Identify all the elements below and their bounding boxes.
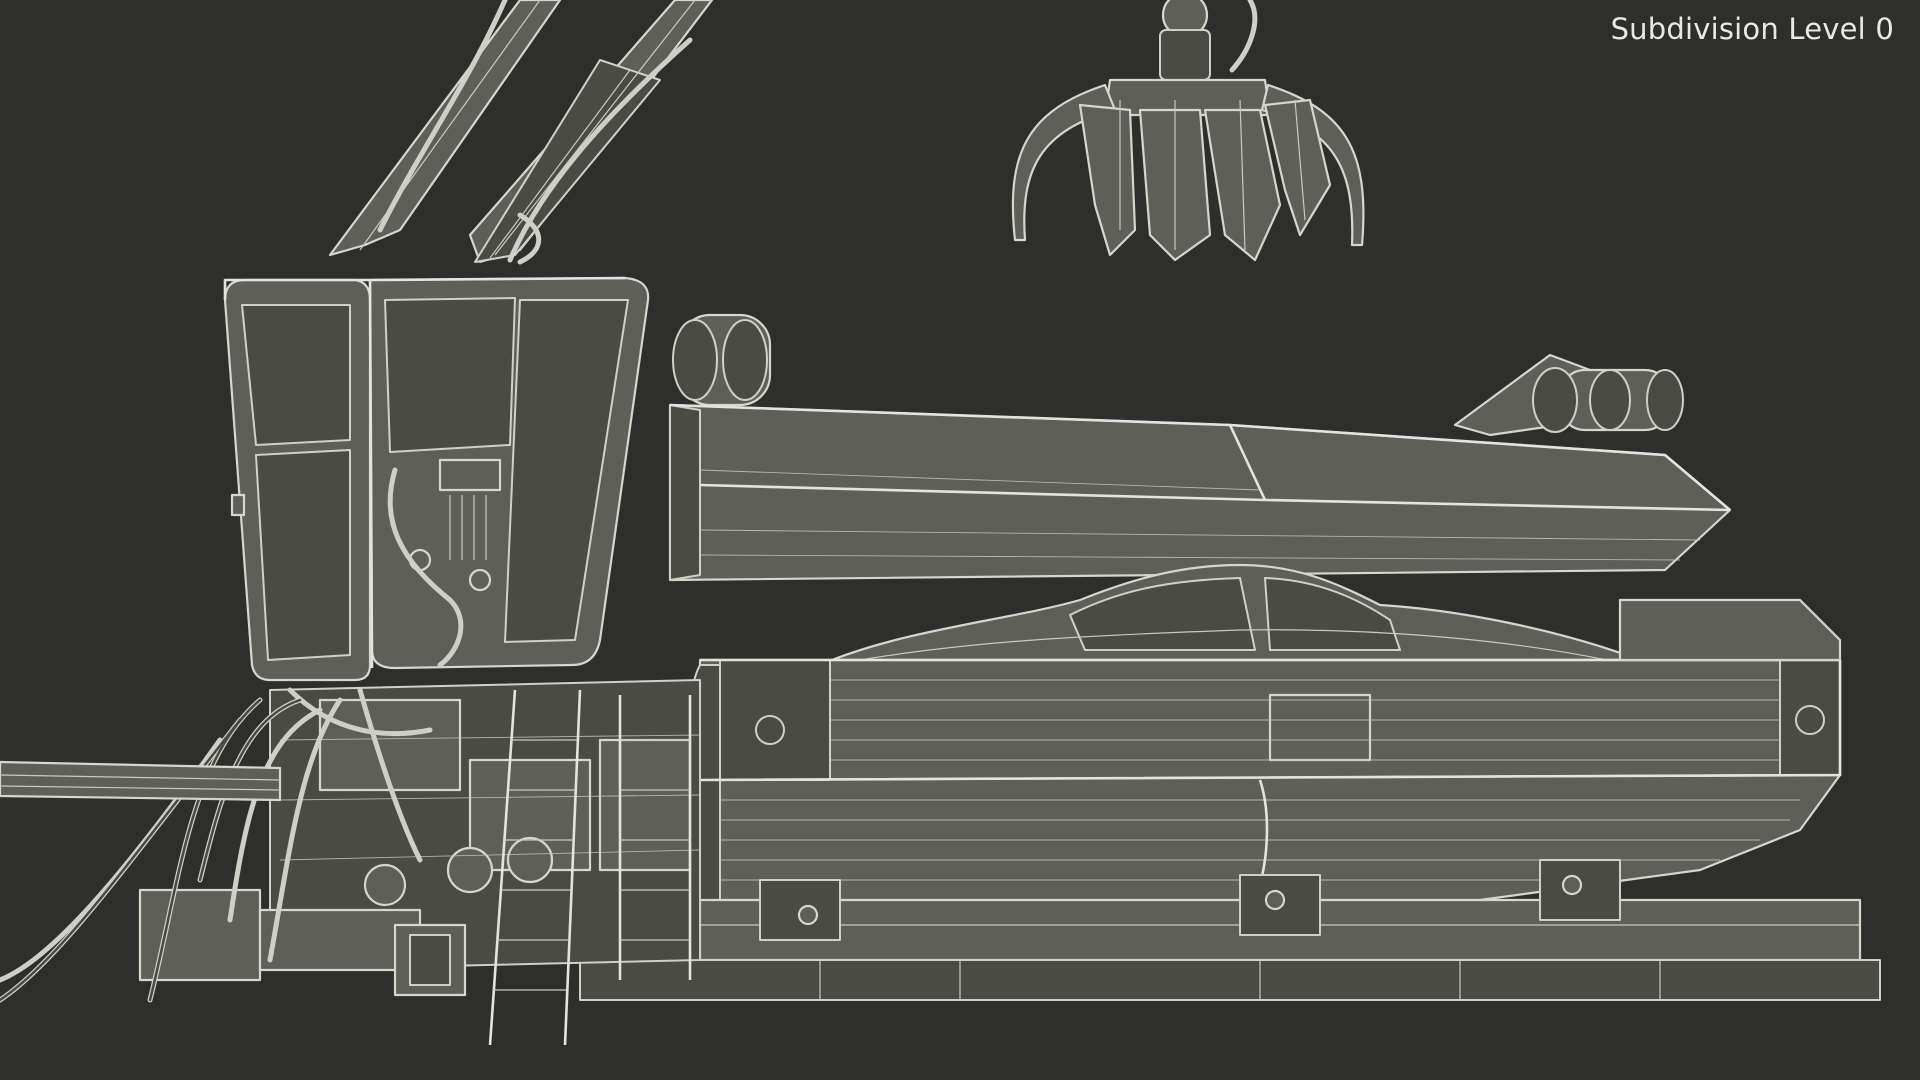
subdivision-level-label: Subdivision Level 0 (1610, 12, 1894, 46)
grapple-claw (1011, 0, 1365, 262)
side-rail (0, 760, 282, 802)
3d-viewport[interactable]: Subdivision Level 0 (0, 0, 1920, 1080)
operator-cabin (223, 276, 650, 682)
crane-boom (328, 0, 714, 265)
compression-lid (668, 403, 1732, 582)
wireframe-model (0, 0, 1881, 1046)
engine-compartment (138, 679, 701, 997)
